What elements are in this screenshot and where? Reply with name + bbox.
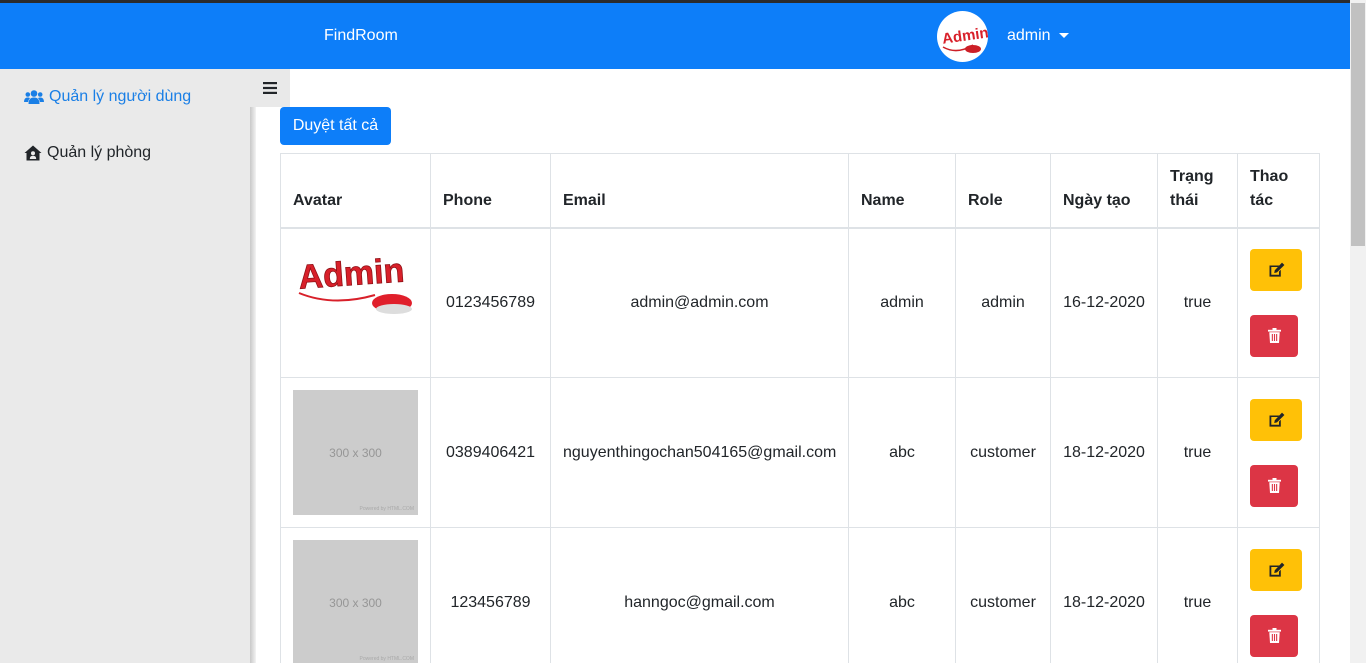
admin-avatar-image: Admin bbox=[297, 251, 412, 314]
email-cell: nguyenthingochan504165@gmail.com bbox=[550, 377, 849, 528]
caret-down-icon bbox=[1058, 32, 1069, 38]
sidebar-item-rooms-label: Quản lý phòng bbox=[47, 144, 152, 161]
placeholder-credit: Powered by HTML.COM bbox=[359, 656, 414, 662]
column-header-actions: Thao tác bbox=[1237, 153, 1320, 229]
avatar-cell: 300 x 300 Powered by HTML.COM bbox=[280, 377, 431, 528]
sidebar-item-users[interactable]: Quản lý người dùng bbox=[24, 88, 191, 106]
avatar-cell: 300 x 300 Powered by HTML.COM bbox=[280, 527, 431, 663]
house-user-icon bbox=[24, 145, 42, 161]
created-cell: 18-12-2020 bbox=[1050, 377, 1158, 528]
user-dropdown-toggle[interactable]: admin bbox=[1007, 27, 1069, 45]
admin-logo-text: Admin bbox=[941, 24, 988, 47]
approve-all-button[interactable]: Duyệt tất cả bbox=[280, 107, 391, 145]
delete-button[interactable] bbox=[1250, 464, 1298, 507]
trash-icon bbox=[1267, 628, 1281, 643]
phone-cell: 0389406421 bbox=[430, 377, 551, 528]
role-cell: customer bbox=[955, 377, 1051, 528]
placeholder-size-label: 300 x 300 bbox=[329, 445, 382, 460]
status-cell: true bbox=[1157, 227, 1238, 378]
delete-button[interactable] bbox=[1250, 614, 1298, 657]
table-row: Admin 0123456789 admin@admin.com admin a… bbox=[280, 227, 1320, 378]
email-cell: admin@admin.com bbox=[550, 227, 849, 378]
actions-cell bbox=[1237, 377, 1320, 528]
role-cell: admin bbox=[955, 227, 1051, 378]
delete-button[interactable] bbox=[1250, 314, 1298, 357]
role-cell: customer bbox=[955, 527, 1051, 663]
column-header-name: Name bbox=[848, 153, 956, 229]
edit-button[interactable] bbox=[1250, 398, 1302, 441]
sidebar-item-users-label: Quản lý người dùng bbox=[49, 88, 192, 105]
created-cell: 16-12-2020 bbox=[1050, 227, 1158, 378]
admin-logo-icon: Admin bbox=[941, 24, 988, 53]
status-cell: true bbox=[1157, 527, 1238, 663]
column-header-avatar: Avatar bbox=[280, 153, 431, 229]
table-row: 300 x 300 Powered by HTML.COM 123456789 … bbox=[280, 527, 1320, 663]
placeholder-avatar-image: 300 x 300 Powered by HTML.COM bbox=[293, 540, 418, 663]
column-header-created: Ngày tạo bbox=[1050, 153, 1158, 229]
name-cell: abc bbox=[848, 527, 956, 663]
hamburger-menu-icon bbox=[263, 82, 277, 94]
sidebar-toggle-button[interactable] bbox=[250, 69, 290, 107]
edit-button[interactable] bbox=[1250, 548, 1302, 591]
column-header-status: Trạng thái bbox=[1157, 153, 1238, 229]
column-header-role: Role bbox=[955, 153, 1051, 229]
table-header-row: Avatar Phone Email Name Role Ngày tạo Tr… bbox=[280, 153, 1320, 229]
name-cell: abc bbox=[848, 377, 956, 528]
name-cell: admin bbox=[848, 227, 956, 378]
phone-cell: 123456789 bbox=[430, 527, 551, 663]
edit-icon bbox=[1269, 412, 1284, 427]
placeholder-size-label: 300 x 300 bbox=[329, 595, 382, 610]
edit-button[interactable] bbox=[1250, 248, 1302, 291]
user-avatar[interactable]: Admin bbox=[937, 11, 988, 62]
column-header-email: Email bbox=[550, 153, 849, 229]
placeholder-avatar-image: 300 x 300 Powered by HTML.COM bbox=[293, 390, 418, 515]
trash-icon bbox=[1267, 478, 1281, 493]
vertical-scrollbar-thumb[interactable] bbox=[1351, 3, 1365, 246]
users-table: Avatar Phone Email Name Role Ngày tạo Tr… bbox=[280, 153, 1320, 663]
users-icon bbox=[24, 90, 44, 104]
table-row: 300 x 300 Powered by HTML.COM 0389406421… bbox=[280, 377, 1320, 528]
brand-link[interactable]: FindRoom bbox=[324, 27, 398, 45]
admin-avatar-text: Admin bbox=[297, 251, 405, 296]
sidebar-divider bbox=[250, 106, 256, 663]
edit-icon bbox=[1269, 562, 1284, 577]
avatar-cell: Admin bbox=[280, 227, 431, 378]
phone-cell: 0123456789 bbox=[430, 227, 551, 378]
actions-cell bbox=[1237, 227, 1320, 378]
edit-icon bbox=[1269, 262, 1284, 277]
top-navbar: FindRoom Admin admin bbox=[0, 3, 1350, 69]
column-header-phone: Phone bbox=[430, 153, 551, 229]
created-cell: 18-12-2020 bbox=[1050, 527, 1158, 663]
placeholder-credit: Powered by HTML.COM bbox=[359, 506, 414, 512]
sidebar-item-rooms[interactable]: Quản lý phòng bbox=[24, 144, 151, 162]
status-cell: true bbox=[1157, 377, 1238, 528]
user-name: admin bbox=[1007, 27, 1051, 44]
actions-cell bbox=[1237, 527, 1320, 663]
email-cell: hanngoc@gmail.com bbox=[550, 527, 849, 663]
trash-icon bbox=[1267, 328, 1281, 344]
